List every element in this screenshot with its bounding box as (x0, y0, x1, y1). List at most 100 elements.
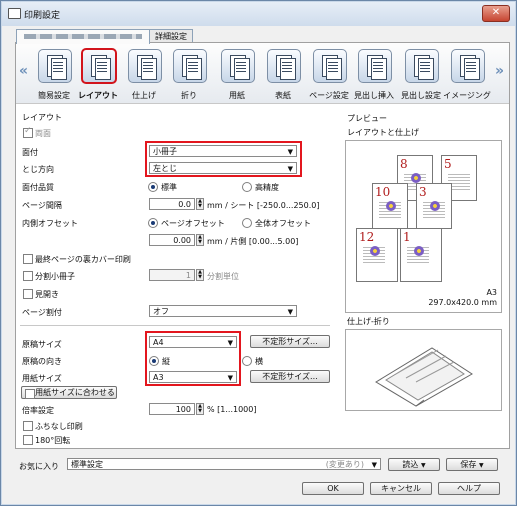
favorites-value: 標準設定 (71, 460, 103, 469)
binding-label: とじ方向 (22, 165, 54, 174)
printer-icon (8, 8, 21, 19)
highlight-size-group (145, 331, 241, 386)
back-cover-label: 最終ページの裏カバー印刷 (35, 255, 131, 264)
flower-image (430, 201, 440, 211)
offset-input[interactable]: 0.00 (149, 234, 195, 246)
duplex-checkbox[interactable] (23, 126, 33, 138)
split-spinner[interactable]: ▲ ▼ (196, 269, 204, 281)
divider (20, 325, 330, 326)
rotate180-checkbox[interactable] (23, 435, 33, 445)
flower-image (411, 173, 421, 183)
landscape-label: 横 (255, 357, 263, 366)
chevron-down-icon: ▼ (478, 462, 484, 469)
custom-size-button[interactable]: 不定形サイズ... (250, 335, 330, 348)
category-layout[interactable]: レイアウト (76, 45, 120, 101)
tab-insert-icon (358, 49, 392, 83)
category-paper[interactable]: 用紙 (215, 45, 259, 101)
quick-setup-icon (38, 49, 72, 83)
offset-spinner[interactable]: ▲ ▼ (196, 234, 204, 246)
layout-label: 面付 (22, 148, 38, 157)
print-settings-window: 印刷設定 ✕ 詳細設定 « » 簡易設定 レイアウト 仕上げ 折り 用紙 表紙 … (0, 0, 517, 506)
save-button[interactable]: 保存 ▼ (446, 458, 498, 471)
quality-high-radio[interactable] (242, 182, 252, 192)
split-input[interactable]: 1 (149, 269, 195, 281)
chevron-down-icon: ▼ (420, 462, 426, 469)
orientation-label: 原稿の向き (22, 357, 62, 366)
preview-page: 1 (400, 228, 442, 282)
split-booklet-label: 分割小冊子 (35, 272, 75, 281)
tab-basic[interactable] (16, 29, 150, 44)
preview-title: プレビュー (347, 114, 387, 123)
zoom-spinner[interactable]: ▲ ▼ (196, 403, 204, 415)
category-cover[interactable]: 表紙 (261, 45, 305, 101)
category-label: イメージング (443, 91, 491, 100)
preview-subtitle: レイアウトと仕上げ (347, 128, 419, 137)
cancel-button[interactable]: キャンセル (370, 482, 432, 495)
spacing-unit: mm / シート [-250.0...250.0] (207, 201, 320, 210)
chevron-down-icon: ▼ (371, 461, 377, 469)
tab-setting-icon (405, 49, 439, 83)
preview-page-number: 1 (403, 230, 411, 244)
preview-paper-dims: 297.0x420.0 mm (428, 298, 497, 307)
orig-size-label: 原稿サイズ (22, 340, 62, 349)
fold-icon (173, 49, 207, 83)
fold-preview-title: 仕上げ-折り (347, 317, 390, 326)
category-page-setup[interactable]: ページ設定 (307, 45, 351, 101)
offset-page-label: ページオフセット (161, 219, 225, 228)
chevron-down-icon: ▼ (287, 308, 293, 316)
help-button[interactable]: ヘルプ (438, 482, 500, 495)
tab-basic-label (24, 34, 142, 39)
category-tab-setting[interactable]: 見出し設定 (399, 45, 443, 101)
offset-whole-radio[interactable] (242, 218, 252, 228)
split-unit: 分割単位 (207, 272, 239, 281)
offset-whole-label: 全体オフセット (255, 219, 311, 228)
category-finishing[interactable]: 仕上げ (122, 45, 166, 101)
layout-preview: 8 5 10 3 12 1 A3 297.0x420.0 mm (345, 140, 502, 313)
load-button-label: 読込 (402, 460, 419, 469)
scroll-right-icon[interactable]: » (495, 63, 504, 79)
fit-paper-size-checkbox (25, 389, 35, 399)
ok-button[interactable]: OK (302, 482, 364, 495)
zoom-input[interactable]: 100 (149, 403, 195, 415)
category-tab-insert[interactable]: 見出し挿入 (352, 45, 396, 101)
spacing-input[interactable]: 0.0 (149, 198, 195, 210)
category-icon-bar: « » 簡易設定 レイアウト 仕上げ 折り 用紙 表紙 ページ設定 見出し挿入 … (16, 43, 509, 104)
page-split-label: ページ割付 (22, 308, 62, 317)
custom-size-button-2[interactable]: 不定形サイズ... (250, 370, 330, 383)
flower-image (414, 246, 424, 256)
quality-standard-radio[interactable] (148, 182, 158, 192)
spacing-spinner[interactable]: ▲ ▼ (196, 198, 204, 210)
load-button[interactable]: 読込 ▼ (388, 458, 440, 471)
back-cover-checkbox[interactable] (23, 254, 33, 264)
window-title: 印刷設定 (24, 11, 61, 21)
section-title-layout: レイアウト (22, 113, 62, 122)
category-imaging[interactable]: イメージング (443, 45, 491, 101)
split-booklet-checkbox[interactable] (23, 271, 33, 281)
zoom-label: 倍率設定 (22, 406, 54, 415)
preview-page-number: 10 (375, 185, 391, 199)
preview-page: 3 (416, 183, 452, 229)
settings-panel: « » 簡易設定 レイアウト 仕上げ 折り 用紙 表紙 ページ設定 見出し挿入 … (15, 42, 510, 449)
borderless-checkbox[interactable] (23, 421, 33, 431)
preview-paper-name: A3 (486, 288, 497, 297)
finishing-icon (128, 49, 162, 83)
title-bar: 印刷設定 ✕ (2, 2, 515, 26)
scroll-left-icon[interactable]: « (19, 63, 28, 79)
highlight-layout-binding (145, 141, 302, 177)
close-button[interactable]: ✕ (482, 5, 510, 22)
fit-paper-size-button[interactable]: 用紙サイズに合わせる (21, 386, 117, 399)
category-fold[interactable]: 折り (167, 45, 211, 101)
quality-label: 面付品質 (22, 183, 54, 192)
offset-page-radio[interactable] (148, 218, 158, 228)
imaging-icon (451, 49, 485, 83)
tab-detail[interactable]: 詳細設定 (149, 29, 193, 43)
favorites-select[interactable]: 標準設定 (変更あり) ▼ (67, 458, 381, 470)
flower-image (386, 201, 396, 211)
page-split-select[interactable]: オフ ▼ (149, 305, 297, 317)
landscape-radio[interactable] (242, 356, 252, 366)
spread-checkbox[interactable] (23, 289, 33, 299)
duplex-label: 両面 (35, 129, 51, 138)
favorites-label: お気に入り (19, 462, 59, 471)
layout-icon (81, 48, 117, 84)
spacing-label: ページ間隔 (22, 201, 62, 210)
